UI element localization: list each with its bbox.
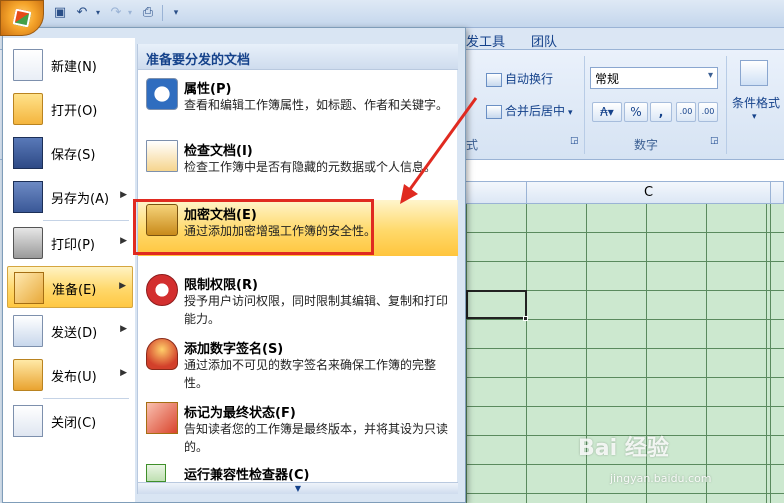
annotation-arrow-icon	[400, 97, 478, 204]
watermark-url: jingyan.baidu.com	[610, 472, 712, 485]
watermark: Bai 经验	[578, 436, 669, 461]
